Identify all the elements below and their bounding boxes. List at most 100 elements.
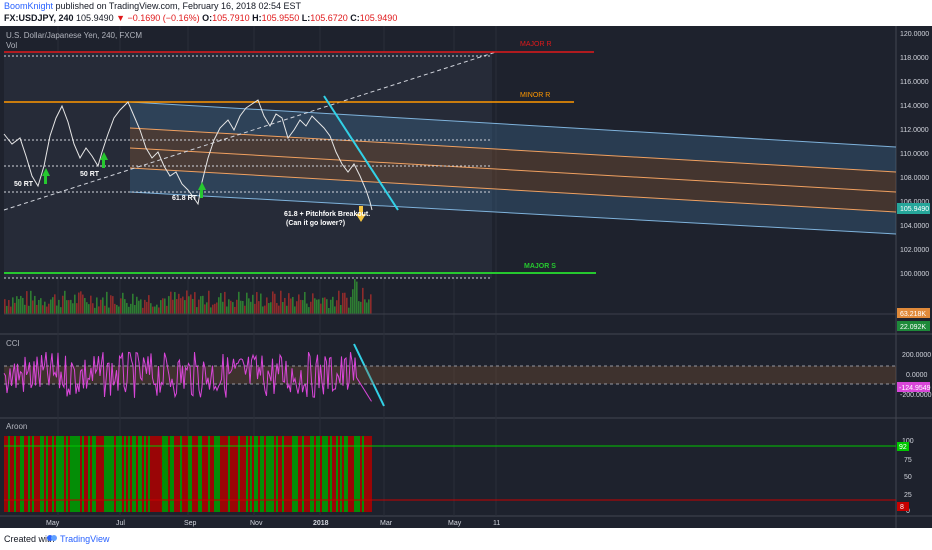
volume-bar (274, 293, 276, 314)
aroon-bar (238, 436, 240, 512)
aroon-bar (66, 436, 68, 512)
aroon-bar (264, 436, 266, 512)
volume-bar (302, 300, 304, 314)
volume-bar (292, 297, 294, 314)
low-value: 105.6720 (310, 13, 348, 23)
aroon-bar (70, 436, 72, 512)
price-axis-label: 104.0000 (900, 223, 929, 230)
aroon-bar (106, 436, 108, 512)
volume-bar (130, 303, 132, 314)
chart-area[interactable]: MAJOR R MINOR R MAJOR S 50 RT 50 RT 61.8… (0, 26, 932, 528)
tradingview-link[interactable]: TradingView (60, 534, 110, 544)
aroon-bar (24, 436, 26, 512)
volume-bar (186, 290, 188, 314)
chart-svg[interactable]: MAJOR R MINOR R MAJOR S 50 RT 50 RT 61.8… (0, 26, 932, 528)
volume-bar (122, 292, 124, 314)
aroon-bar (10, 436, 12, 512)
aroon-bar (338, 436, 340, 512)
volume-bar (86, 302, 88, 314)
cci-band (4, 366, 896, 384)
volume-bar (322, 297, 324, 314)
volume-bar (304, 292, 306, 314)
aroon-bar (22, 436, 24, 512)
aroon-bar (204, 436, 206, 512)
author-link[interactable]: BoomKnight (4, 1, 53, 11)
aroon-bar (302, 436, 304, 512)
aroon-bar (44, 436, 46, 512)
volume-bar (326, 299, 328, 314)
volume-bar (300, 299, 302, 314)
aroon-bar (178, 436, 180, 512)
aroon-bar (314, 436, 316, 512)
volume-bar (34, 295, 36, 314)
volume-bar (348, 307, 350, 314)
aroon-bar (234, 436, 236, 512)
volume-bar (264, 305, 266, 314)
aroon-bar (256, 436, 258, 512)
breakout-label-line1: 61.8 + Pitchfork Breakout. (284, 211, 370, 218)
aroon-bar (206, 436, 208, 512)
cci-label: CCI (6, 339, 20, 348)
aroon-bar (150, 436, 152, 512)
aroon-bar (88, 436, 90, 512)
aroon-bar (318, 436, 320, 512)
aroon-bar (30, 436, 32, 512)
aroon-bar (306, 436, 308, 512)
aroon-bar (312, 436, 314, 512)
cci-axis-bot: -200.0000 (900, 392, 932, 399)
time-axis[interactable]: May Jul Sep Nov 2018 Mar May 11 (46, 520, 500, 527)
aroon-bar (198, 436, 200, 512)
volume-bar (360, 301, 362, 314)
chart-title: U.S. Dollar/Japanese Yen, 240, FXCM (6, 31, 143, 40)
aroon-bar (316, 436, 318, 512)
aroon-bar (370, 436, 372, 512)
vol-badge-2: 22.092K (900, 324, 926, 331)
volume-bar (224, 291, 226, 314)
volume-bar (24, 304, 26, 314)
volume-bar (158, 307, 160, 314)
aroon-bar (272, 436, 274, 512)
aroon-bar (214, 436, 216, 512)
volume-bar (234, 306, 236, 314)
volume-bar (116, 304, 118, 314)
aroon-bar (148, 436, 150, 512)
volume-bar (98, 306, 100, 314)
close-value: 105.9490 (359, 13, 398, 23)
rt-label-1: 50 RT (14, 181, 34, 188)
volume-bar (250, 301, 252, 314)
price-badge: 105.9490 (900, 206, 929, 213)
aroon-bar (64, 436, 66, 512)
volume-bar (8, 300, 10, 314)
volume-bar (94, 307, 96, 314)
volume-bar (12, 297, 14, 314)
aroon-bar (270, 436, 272, 512)
aroon-bar (120, 436, 122, 512)
volume-bar (318, 299, 320, 314)
volume-bar (354, 279, 356, 314)
volume-bar (44, 301, 46, 314)
volume-bar (356, 281, 358, 314)
aroon-bar (72, 436, 74, 512)
volume-bar (350, 296, 352, 314)
volume-bar (340, 304, 342, 314)
aroon-bar (92, 436, 94, 512)
aroon-bar (356, 436, 358, 512)
price-axis[interactable]: 120.0000 118.0000 116.0000 114.0000 112.0000… (900, 31, 929, 278)
volume-bar (244, 305, 246, 314)
volume-bar (128, 306, 130, 314)
open-label: O: (202, 13, 213, 23)
volume-bar (260, 293, 262, 314)
tradingview-logo-icon (47, 535, 57, 541)
aroon-bar (352, 436, 354, 512)
volume-bar (296, 301, 298, 314)
aroon-bar (286, 436, 288, 512)
aroon-bar (262, 436, 264, 512)
aroon-bar (364, 436, 366, 512)
aroon-bar (180, 436, 182, 512)
volume-bar (82, 294, 84, 314)
cci-axis-top: 200.0000 (902, 352, 931, 359)
volume-bar (104, 305, 106, 314)
volume-bar (334, 306, 336, 314)
low-label: L: (301, 13, 311, 23)
volume-bar (16, 296, 18, 314)
